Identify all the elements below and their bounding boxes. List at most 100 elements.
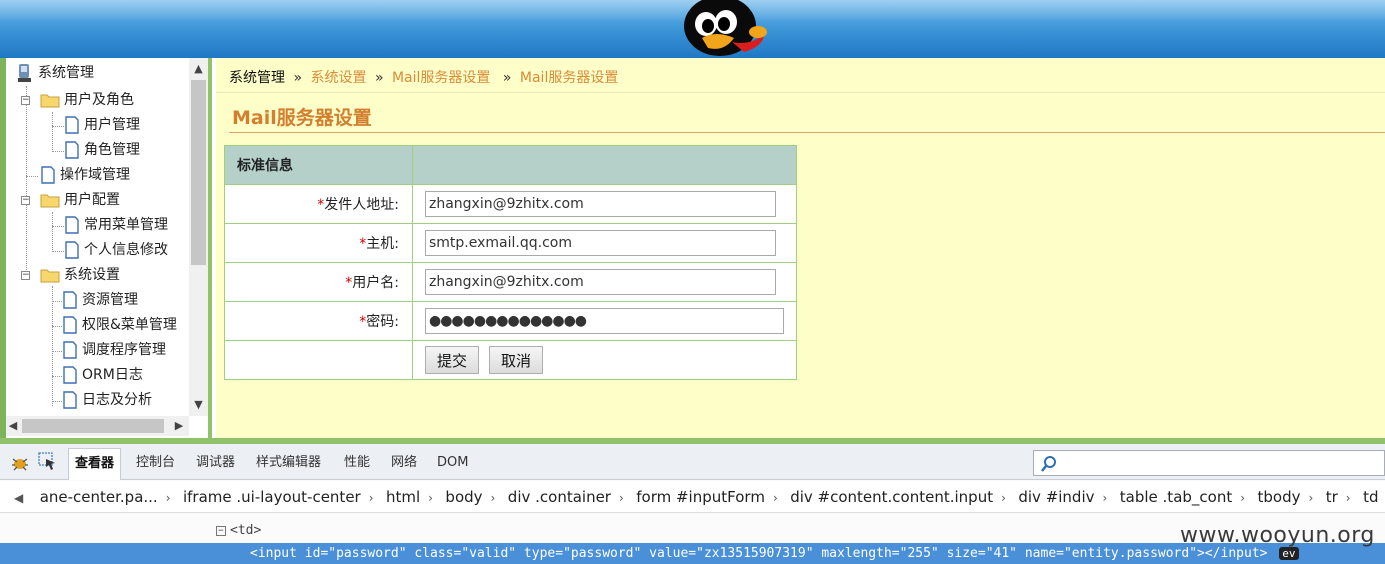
tree-node-profile-edit[interactable]: 个人信息修改 bbox=[64, 239, 168, 261]
tree-vertical-scrollbar[interactable]: ▲ ▼ bbox=[189, 58, 208, 416]
tree-line bbox=[26, 176, 38, 177]
crumb-separator-icon: › bbox=[1001, 491, 1006, 505]
page-icon bbox=[63, 366, 77, 384]
crumbs-back-icon[interactable]: ◀ bbox=[14, 482, 23, 512]
collapse-toggle-icon[interactable]: − bbox=[21, 271, 30, 280]
cancel-button[interactable]: 取消 bbox=[489, 346, 544, 374]
breadcrumb-divider bbox=[216, 92, 1385, 93]
host-input[interactable] bbox=[425, 230, 776, 256]
field-cell bbox=[412, 262, 797, 302]
dom-crumb[interactable]: tr bbox=[1326, 481, 1338, 512]
tree-node-role-management[interactable]: 角色管理 bbox=[64, 139, 140, 161]
tree-node-resources[interactable]: 资源管理 bbox=[62, 289, 138, 311]
tree-node-scheduler[interactable]: 调度程序管理 bbox=[62, 339, 166, 361]
breadcrumb-item[interactable]: Mail服务器设置 bbox=[392, 70, 490, 86]
field-cell bbox=[412, 301, 797, 341]
tree-node-label: 操作域管理 bbox=[60, 167, 130, 183]
page-icon bbox=[63, 316, 77, 334]
tree-node-log-analysis[interactable]: 日志及分析 bbox=[62, 389, 152, 411]
penguin-mascot-icon bbox=[684, 0, 767, 56]
field-label: *发件人地址: bbox=[224, 184, 413, 224]
breadcrumb-item[interactable]: 系统设置 bbox=[310, 70, 366, 86]
form-row-username: *用户名: bbox=[224, 262, 797, 302]
username-input[interactable] bbox=[425, 269, 776, 295]
main-content: 系统管理 » 系统设置 » Mail服务器设置 » Mail服务器设置 Mail… bbox=[216, 58, 1385, 438]
scroll-up-icon[interactable]: ▲ bbox=[189, 60, 208, 78]
dom-crumb[interactable]: iframe .ui-layout-center bbox=[183, 481, 361, 512]
field-label: *用户名: bbox=[224, 262, 413, 302]
dom-crumb[interactable]: form #inputForm bbox=[636, 481, 765, 512]
tab-inspector[interactable]: 查看器 bbox=[68, 448, 122, 480]
tree-node-system-settings[interactable]: 系统设置 bbox=[40, 264, 120, 286]
tree-node-users-roles[interactable]: 用户及角色 bbox=[40, 89, 134, 111]
element-picker-icon[interactable] bbox=[38, 452, 58, 472]
dom-crumb[interactable]: html bbox=[386, 481, 420, 512]
field-label: *主机: bbox=[224, 223, 413, 263]
dom-crumb[interactable]: body bbox=[445, 481, 482, 512]
collapse-toggle-icon[interactable]: − bbox=[21, 96, 30, 105]
tab-performance[interactable]: 性能 bbox=[338, 448, 376, 480]
section-header-label: 标准信息 bbox=[237, 158, 293, 174]
dom-crumb[interactable]: div .container bbox=[508, 481, 611, 512]
tab-dom[interactable]: DOM bbox=[431, 448, 474, 480]
scroll-right-icon[interactable]: ▶ bbox=[172, 416, 186, 436]
tab-console[interactable]: 控制台 bbox=[130, 448, 181, 480]
field-label: *密码: bbox=[224, 301, 413, 341]
scroll-down-icon[interactable]: ▼ bbox=[189, 396, 208, 414]
scroll-left-icon[interactable]: ◀ bbox=[6, 416, 20, 436]
dom-crumb[interactable]: td bbox=[1363, 481, 1378, 512]
tree-node-label: 调度程序管理 bbox=[82, 342, 166, 358]
tree-line bbox=[52, 226, 64, 227]
host-label: 主机: bbox=[366, 236, 399, 252]
tree-node-common-menu[interactable]: 常用菜单管理 bbox=[64, 214, 168, 236]
crumb-separator-icon: › bbox=[368, 491, 374, 505]
scrollbar-thumb[interactable] bbox=[22, 419, 164, 433]
password-input[interactable] bbox=[425, 308, 784, 334]
dom-tree-line[interactable]: − <td> bbox=[216, 523, 261, 538]
tree-node-permissions-menu[interactable]: 权限&菜单管理 bbox=[62, 314, 177, 336]
tree-node-user-config[interactable]: 用户配置 bbox=[40, 189, 120, 211]
folder-icon bbox=[40, 194, 60, 208]
title-divider bbox=[229, 132, 1385, 133]
tab-style-editor[interactable]: 样式编辑器 bbox=[250, 448, 327, 480]
tree-line bbox=[26, 198, 27, 278]
tree-line bbox=[52, 251, 64, 252]
tree-node-system-admin[interactable]: 系统管理 bbox=[16, 62, 94, 84]
sender-label: 发件人地址: bbox=[324, 197, 399, 213]
tree-line bbox=[52, 351, 62, 352]
tree-line bbox=[52, 212, 53, 252]
dom-crumb[interactable]: tbody bbox=[1257, 481, 1300, 512]
dom-collapse-icon[interactable]: − bbox=[216, 525, 226, 536]
tree-node-label: 系统管理 bbox=[38, 65, 94, 81]
tab-debugger[interactable]: 调试器 bbox=[190, 448, 241, 480]
event-badge[interactable]: ev bbox=[1279, 547, 1299, 560]
submit-button[interactable]: 提交 bbox=[425, 346, 480, 374]
page-icon bbox=[63, 341, 77, 359]
page-icon bbox=[65, 116, 79, 134]
dom-crumb[interactable]: div #indiv bbox=[1018, 481, 1094, 512]
folder-icon bbox=[40, 94, 60, 108]
tree-node-label: 资源管理 bbox=[82, 292, 138, 308]
tree-horizontal-scrollbar[interactable]: ◀ ▶ bbox=[6, 416, 189, 436]
actions-spacer bbox=[224, 340, 413, 380]
dom-crumb[interactable]: div #content.content.input bbox=[790, 481, 993, 512]
dom-tree-selected-line[interactable]: <input id="password" class="valid" type=… bbox=[0, 543, 1385, 564]
firebug-icon[interactable] bbox=[10, 455, 30, 471]
tree-node-user-management[interactable]: 用户管理 bbox=[64, 114, 140, 136]
breadcrumb-item[interactable]: Mail服务器设置 bbox=[520, 70, 618, 86]
username-label: 用户名: bbox=[352, 275, 399, 291]
collapse-toggle-icon[interactable]: − bbox=[21, 196, 30, 205]
tree-node-orm-log[interactable]: ORM日志 bbox=[62, 364, 143, 386]
sender-address-input[interactable] bbox=[425, 191, 776, 217]
dom-crumb[interactable]: ane-center.pa... bbox=[40, 481, 158, 512]
tree-line bbox=[52, 326, 62, 327]
computer-icon bbox=[18, 64, 31, 82]
devtools-search-input[interactable] bbox=[1033, 450, 1385, 476]
scrollbar-thumb[interactable] bbox=[191, 80, 206, 265]
dom-crumb[interactable]: table .tab_cont bbox=[1120, 481, 1232, 512]
tree-line bbox=[52, 112, 53, 152]
page-icon bbox=[65, 241, 79, 259]
tree-node-domain-management[interactable]: 操作域管理 bbox=[40, 164, 130, 186]
tab-network[interactable]: 网络 bbox=[385, 448, 423, 480]
sidebar: − − − 系统管理 用户及角色 用户管理 角色管理 操作域管理 用户配置 常用… bbox=[0, 58, 212, 438]
